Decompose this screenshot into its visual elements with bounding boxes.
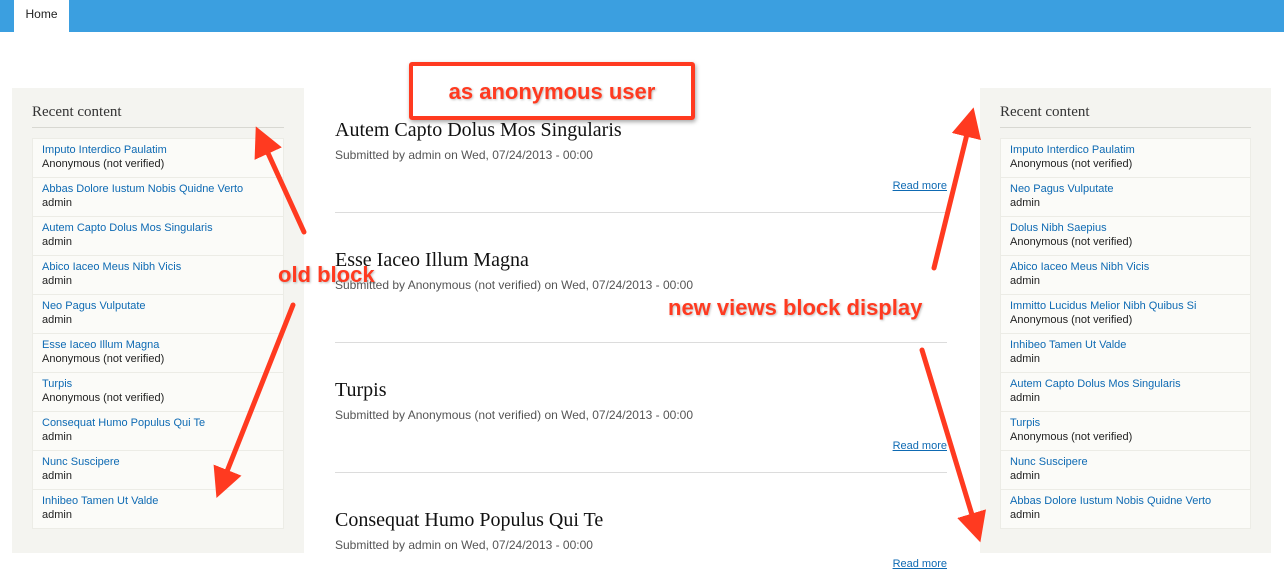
author-name: admin bbox=[42, 314, 72, 326]
content-link[interactable]: Neo Pagus Vulputate bbox=[1010, 182, 1241, 196]
divider bbox=[335, 212, 947, 213]
read-more-link[interactable]: Read more bbox=[893, 440, 947, 452]
list-item: Autem Capto Dolus Mos Singularis admin bbox=[1001, 373, 1250, 412]
content-link[interactable]: Immitto Lucidus Melior Nibh Quibus Si bbox=[1010, 299, 1241, 313]
tab-home[interactable]: Home bbox=[14, 0, 69, 32]
content-link[interactable]: Consequat Humo Populus Qui Te bbox=[42, 416, 274, 430]
read-more-link[interactable]: Read more bbox=[893, 180, 947, 192]
node-title[interactable]: Esse Iaceo Illum Magna bbox=[335, 248, 947, 272]
list-item: Neo Pagus Vulputate admin bbox=[33, 295, 283, 334]
list-item: Dolus Nibh Saepius Anonymous (not verifie… bbox=[1001, 217, 1250, 256]
top-nav-bar: Home bbox=[0, 0, 1284, 32]
content-link[interactable]: Dolus Nibh Saepius bbox=[1010, 221, 1241, 235]
list-item: Esse Iaceo Illum Magna Anonymous (not ver… bbox=[33, 334, 283, 373]
author-name: admin bbox=[1010, 470, 1040, 482]
author-name: admin bbox=[1010, 275, 1040, 287]
content-link[interactable]: Turpis bbox=[42, 377, 274, 391]
list-item: Autem Capto Dolus Mos Singularis admin bbox=[33, 217, 283, 256]
list-item: Imputo Interdico Paulatim Anonymous (not … bbox=[33, 139, 283, 178]
annotation-callout-box: as anonymous user bbox=[409, 62, 695, 120]
node-teaser: Consequat Humo Populus Qui Te Submitted … bbox=[335, 508, 947, 570]
author-name: Anonymous (not verified) bbox=[1010, 236, 1133, 248]
author-name: Anonymous (not verified) bbox=[1010, 158, 1133, 170]
author-name: Anonymous (not verified) bbox=[42, 158, 165, 170]
list-item: Abbas Dolore Iustum Nobis Quidne Verto ad… bbox=[33, 178, 283, 217]
author-name: Anonymous (not verified) bbox=[42, 353, 165, 365]
list-item: Turpis Anonymous (not verified) bbox=[1001, 412, 1250, 451]
node-teaser: Autem Capto Dolus Mos Singularis Submitt… bbox=[335, 118, 947, 213]
author-name: admin bbox=[42, 431, 72, 443]
author-name: admin bbox=[42, 197, 72, 209]
node-title[interactable]: Autem Capto Dolus Mos Singularis bbox=[335, 118, 947, 142]
author-name: admin bbox=[42, 509, 72, 521]
list-item: Abico Iaceo Meus Nibh Vicis admin bbox=[33, 256, 283, 295]
node-submitted: Submitted by admin on Wed, 07/24/2013 - … bbox=[335, 538, 593, 552]
author-name: admin bbox=[1010, 509, 1040, 521]
author-name: admin bbox=[1010, 392, 1040, 404]
right-sidebar-block: Recent content Imputo Interdico Paulatim… bbox=[980, 88, 1271, 553]
list-item: Imputo Interdico Paulatim Anonymous (not … bbox=[1001, 139, 1250, 178]
author-name: Anonymous (not verified) bbox=[1010, 431, 1133, 443]
recent-content-list: Imputo Interdico Paulatim Anonymous (not … bbox=[1000, 138, 1251, 529]
content-link[interactable]: Esse Iaceo Illum Magna bbox=[42, 338, 274, 352]
content-link[interactable]: Turpis bbox=[1010, 416, 1241, 430]
node-submitted: Submitted by Anonymous (not verified) on… bbox=[335, 408, 693, 422]
author-name: admin bbox=[1010, 353, 1040, 365]
author-name: admin bbox=[42, 470, 72, 482]
node-teaser: Esse Iaceo Illum Magna Submitted by Anon… bbox=[335, 248, 947, 343]
list-item: Abbas Dolore Iustum Nobis Quidne Verto ad… bbox=[1001, 490, 1250, 528]
recent-content-list: Imputo Interdico Paulatim Anonymous (not … bbox=[32, 138, 284, 529]
content-link[interactable]: Nunc Suscipere bbox=[42, 455, 274, 469]
author-name: admin bbox=[42, 275, 72, 287]
block-title: Recent content bbox=[32, 104, 284, 128]
author-name: admin bbox=[1010, 197, 1040, 209]
content-link[interactable]: Imputo Interdico Paulatim bbox=[1010, 143, 1241, 157]
content-link[interactable]: Autem Capto Dolus Mos Singularis bbox=[42, 221, 274, 235]
list-item: Immitto Lucidus Melior Nibh Quibus Si Ano… bbox=[1001, 295, 1250, 334]
author-name: Anonymous (not verified) bbox=[42, 392, 165, 404]
content-link[interactable]: Abbas Dolore Iustum Nobis Quidne Verto bbox=[1010, 494, 1241, 508]
divider bbox=[335, 342, 947, 343]
list-item: Inhibeo Tamen Ut Valde admin bbox=[1001, 334, 1250, 373]
content-link[interactable]: Neo Pagus Vulputate bbox=[42, 299, 274, 313]
list-item: Inhibeo Tamen Ut Valde admin bbox=[33, 490, 283, 528]
list-item: Consequat Humo Populus Qui Te admin bbox=[33, 412, 283, 451]
list-item: Nunc Suscipere admin bbox=[1001, 451, 1250, 490]
list-item: Neo Pagus Vulputate admin bbox=[1001, 178, 1250, 217]
content-link[interactable]: Abbas Dolore Iustum Nobis Quidne Verto bbox=[42, 182, 274, 196]
content-link[interactable]: Inhibeo Tamen Ut Valde bbox=[1010, 338, 1241, 352]
list-item: Turpis Anonymous (not verified) bbox=[33, 373, 283, 412]
read-more-link[interactable]: Read more bbox=[893, 558, 947, 570]
author-name: Anonymous (not verified) bbox=[1010, 314, 1133, 326]
content-link[interactable]: Inhibeo Tamen Ut Valde bbox=[42, 494, 274, 508]
author-name: admin bbox=[42, 236, 72, 248]
content-link[interactable]: Autem Capto Dolus Mos Singularis bbox=[1010, 377, 1241, 391]
node-submitted: Submitted by Anonymous (not verified) on… bbox=[335, 278, 693, 292]
node-submitted: Submitted by admin on Wed, 07/24/2013 - … bbox=[335, 148, 593, 162]
arrow-to-right-bottom bbox=[919, 347, 986, 543]
annotation-callout-text: as anonymous user bbox=[448, 79, 656, 104]
block-title: Recent content bbox=[1000, 104, 1251, 128]
node-teaser: Turpis Submitted by Anonymous (not verif… bbox=[335, 378, 947, 473]
content-link[interactable]: Abico Iaceo Meus Nibh Vicis bbox=[42, 260, 274, 274]
left-sidebar-block: Recent content Imputo Interdico Paulatim… bbox=[12, 88, 304, 553]
node-title[interactable]: Turpis bbox=[335, 378, 947, 402]
content-link[interactable]: Nunc Suscipere bbox=[1010, 455, 1241, 469]
annotation-old-block: old block bbox=[278, 262, 375, 287]
content-link[interactable]: Abico Iaceo Meus Nibh Vicis bbox=[1010, 260, 1241, 274]
divider bbox=[335, 472, 947, 473]
content-link[interactable]: Imputo Interdico Paulatim bbox=[42, 143, 274, 157]
annotation-new-block: new views block display bbox=[668, 295, 923, 320]
list-item: Nunc Suscipere admin bbox=[33, 451, 283, 490]
node-title[interactable]: Consequat Humo Populus Qui Te bbox=[335, 508, 947, 532]
list-item: Abico Iaceo Meus Nibh Vicis admin bbox=[1001, 256, 1250, 295]
